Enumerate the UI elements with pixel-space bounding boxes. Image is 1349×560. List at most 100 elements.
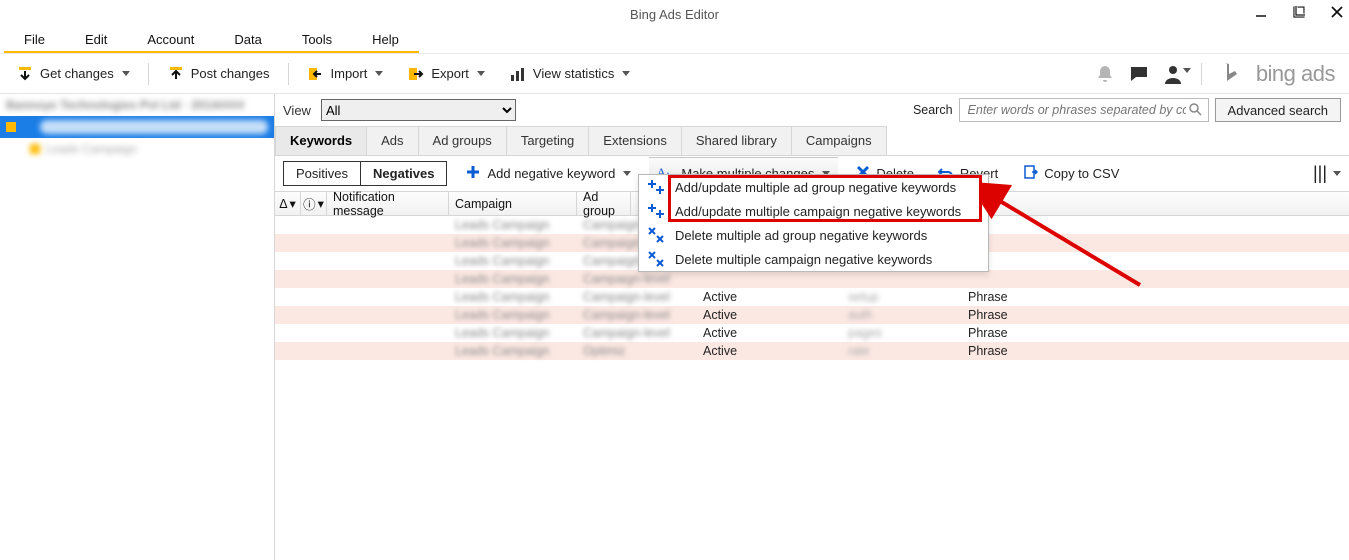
folder-icon: [6, 122, 16, 132]
chat-icon[interactable]: [1129, 64, 1149, 84]
table-row[interactable]: Leads CampaignCampaign-levelActivesetupP…: [275, 288, 1349, 306]
col-notification[interactable]: Notification message: [327, 192, 449, 215]
tab-keywords[interactable]: Keywords: [275, 126, 367, 155]
separator: [288, 63, 289, 85]
plus-multi-icon: [647, 179, 665, 195]
cell-status: Active: [697, 344, 842, 358]
make-multiple-changes-menu: Add/update multiple ad group negative ke…: [638, 174, 989, 272]
account-child-label: [40, 120, 268, 134]
cell-campaign: Leads Campaign: [449, 290, 577, 304]
cell-campaign: Leads Campaign: [449, 218, 577, 232]
view-statistics-label: View statistics: [533, 66, 614, 81]
table-row[interactable]: Leads CampaignCampaign-levelActiveauthPh…: [275, 306, 1349, 324]
table-row[interactable]: Leads CampaignOptimizActiveratePhrase: [275, 342, 1349, 360]
cell-keyword: auth: [842, 308, 962, 322]
maximize-button[interactable]: [1289, 2, 1309, 22]
tab-ads[interactable]: Ads: [366, 126, 418, 155]
export-button[interactable]: Export: [397, 61, 495, 87]
cell-ad-group: Campaign-level: [577, 290, 697, 304]
separator: [148, 63, 149, 85]
column-chooser-button[interactable]: |||: [1313, 163, 1341, 184]
table-row[interactable]: Leads CampaignCampaign-levelActivepagesP…: [275, 324, 1349, 342]
add-negative-keyword-button[interactable]: Add negative keyword: [459, 160, 637, 187]
x-multi-icon: [647, 251, 665, 267]
col-delta[interactable]: Δ▾: [275, 192, 301, 215]
view-select[interactable]: All: [321, 99, 516, 121]
bell-icon[interactable]: [1095, 64, 1115, 84]
positives-toggle[interactable]: Positives: [283, 161, 361, 186]
right-panel: View All Search Advanced search Keywords…: [275, 94, 1349, 560]
export-icon: [407, 65, 425, 83]
chevron-down-icon: [477, 71, 485, 76]
menu-help[interactable]: Help: [352, 28, 419, 53]
post-changes-button[interactable]: Post changes: [157, 61, 280, 87]
account-child-selected[interactable]: [0, 116, 274, 138]
cell-keyword: pages: [842, 326, 962, 340]
table-row[interactable]: Leads CampaignCampaign-level: [275, 270, 1349, 288]
menu-edit[interactable]: Edit: [65, 28, 127, 53]
chevron-down-icon: [1333, 171, 1341, 176]
get-changes-label: Get changes: [40, 66, 114, 81]
menu-tools[interactable]: Tools: [282, 28, 352, 53]
menu-bar: File Edit Account Data Tools Help: [0, 28, 1349, 54]
menu-add-adgroup-neg-kw[interactable]: Add/update multiple ad group negative ke…: [639, 175, 988, 199]
minimize-button[interactable]: [1251, 2, 1271, 22]
menu-file[interactable]: File: [4, 28, 65, 53]
chevron-down-icon: [122, 71, 130, 76]
menu-data[interactable]: Data: [214, 28, 281, 53]
menu-add-campaign-neg-kw[interactable]: Add/update multiple campaign negative ke…: [639, 199, 988, 223]
pos-neg-toggle: Positives Negatives: [283, 161, 447, 186]
tab-campaigns[interactable]: Campaigns: [791, 126, 887, 155]
account-tree-panel: Bannoye Technologies Pvt Ltd · 2014#### …: [0, 94, 275, 560]
brand-text: bing ads: [1256, 61, 1335, 87]
user-icon[interactable]: [1163, 64, 1183, 84]
cell-status: Active: [697, 308, 842, 322]
export-label: Export: [431, 66, 469, 81]
import-button[interactable]: Import: [297, 61, 394, 87]
get-changes-button[interactable]: Get changes: [6, 61, 140, 87]
import-icon: [307, 65, 325, 83]
x-multi-icon: [647, 227, 665, 243]
tab-extensions[interactable]: Extensions: [588, 126, 682, 155]
account-node[interactable]: Bannoye Technologies Pvt Ltd · 2014####: [0, 94, 274, 116]
tab-shared-library[interactable]: Shared library: [681, 126, 792, 155]
main-toolbar: Get changes Post changes Import Export V…: [0, 54, 1349, 94]
menu-delete-campaign-neg-kw[interactable]: Delete multiple campaign negative keywor…: [639, 247, 988, 271]
search-label: Search: [913, 103, 953, 117]
cell-match-type: Phrase: [962, 308, 1082, 322]
col-campaign[interactable]: Campaign: [449, 192, 577, 215]
campaign-node[interactable]: Leads Campaign: [0, 138, 274, 160]
search-icon[interactable]: [1188, 102, 1202, 119]
view-statistics-button[interactable]: View statistics: [499, 61, 640, 87]
cell-keyword: [842, 272, 962, 286]
cell-campaign: Leads Campaign: [449, 344, 577, 358]
tab-targeting[interactable]: Targeting: [506, 126, 589, 155]
post-changes-label: Post changes: [191, 66, 270, 81]
search-box[interactable]: [959, 98, 1209, 122]
tab-ad-groups[interactable]: Ad groups: [418, 126, 507, 155]
col-ad-group[interactable]: Ad group: [577, 192, 631, 215]
chevron-down-icon: [375, 71, 383, 76]
separator: [1201, 63, 1202, 85]
view-label: View: [283, 103, 311, 118]
cell-ad-group: Campaign-level: [577, 272, 697, 286]
cell-campaign: Leads Campaign: [449, 326, 577, 340]
cell-campaign: Leads Campaign: [449, 254, 577, 268]
import-label: Import: [331, 66, 368, 81]
title-bar-title: Bing Ads Editor: [630, 7, 719, 22]
close-button[interactable]: [1327, 2, 1347, 22]
copy-to-csv-button[interactable]: Copy to CSV: [1016, 160, 1125, 187]
menu-delete-adgroup-neg-kw[interactable]: Delete multiple ad group negative keywor…: [639, 223, 988, 247]
entity-tabs: Keywords Ads Ad groups Targeting Extensi…: [275, 126, 1349, 156]
search-input[interactable]: [966, 102, 1188, 118]
cell-match-type: Phrase: [962, 326, 1082, 340]
cell-ad-group: Campaign-level: [577, 326, 697, 340]
advanced-search-button[interactable]: Advanced search: [1215, 98, 1341, 122]
menu-account[interactable]: Account: [127, 28, 214, 53]
cell-status: Active: [697, 290, 842, 304]
cell-campaign: Leads Campaign: [449, 236, 577, 250]
cell-campaign: Leads Campaign: [449, 308, 577, 322]
negatives-toggle[interactable]: Negatives: [361, 161, 447, 186]
col-info[interactable]: ⓘ▾: [301, 192, 327, 215]
cell-ad-group: Campaign-level: [577, 308, 697, 322]
